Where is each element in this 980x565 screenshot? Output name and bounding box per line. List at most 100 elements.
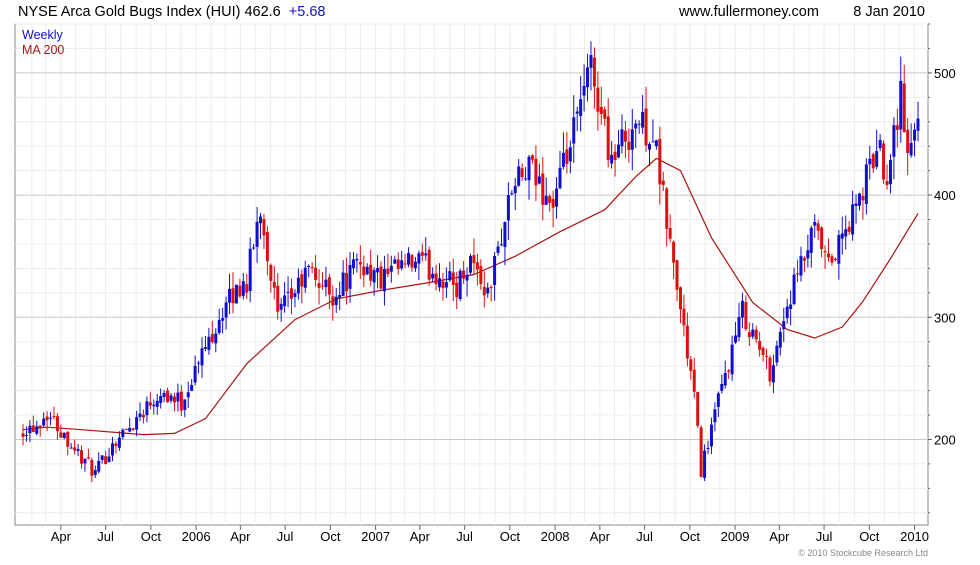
candle-up: [561, 152, 565, 167]
candle-down: [369, 264, 373, 281]
candle-down: [823, 251, 827, 253]
candle-down: [327, 277, 331, 295]
chart-date: 8 Jan 2010: [853, 4, 925, 20]
candle-up: [203, 347, 207, 349]
candle-down: [761, 347, 765, 355]
candle-up: [121, 429, 125, 438]
candle-down: [871, 154, 875, 169]
candle-down: [272, 281, 276, 288]
candle-down: [396, 259, 400, 269]
candle-up: [334, 296, 338, 305]
candle-down: [379, 266, 383, 289]
legend-weekly: Weekly: [22, 28, 64, 42]
candle-down: [833, 258, 837, 260]
candle-down: [685, 325, 689, 359]
candle-up: [723, 372, 727, 386]
candle-down: [86, 457, 90, 459]
candle-down: [827, 253, 830, 258]
candle-down: [317, 283, 321, 288]
candle-up: [916, 118, 920, 131]
candle-down: [345, 273, 349, 292]
candle-down: [479, 266, 483, 285]
candle-up: [720, 383, 724, 391]
candle-down: [747, 332, 751, 338]
candle-up: [706, 448, 710, 450]
candle-up: [351, 259, 355, 269]
candle-down: [386, 268, 390, 275]
candle-down: [179, 391, 183, 411]
candle-up: [617, 144, 621, 158]
candle-up: [224, 302, 228, 318]
candle-down: [692, 369, 696, 392]
y-tick-label: 300: [934, 310, 956, 325]
candle-up: [138, 413, 142, 418]
candle-down: [310, 267, 314, 269]
legend-ma-200: MA 200: [22, 43, 64, 57]
candle-up: [207, 336, 211, 351]
candle-up: [389, 265, 393, 272]
stock-chart: 200 300 400 500 Apr Jul Oct 2006 Apr Jul Oct 2007 Ap…: [0, 0, 980, 560]
candle-up: [252, 247, 256, 249]
candle-up: [152, 404, 156, 407]
candle-down: [644, 108, 648, 146]
x-tick-label: 2006: [182, 529, 211, 544]
candle-up: [486, 287, 490, 294]
candle-down: [265, 231, 269, 262]
candle-up: [737, 316, 741, 338]
candle-down: [623, 130, 627, 142]
candle-up: [248, 248, 252, 292]
candle-up: [792, 274, 796, 304]
candle-down: [172, 396, 176, 403]
candle-down: [141, 414, 145, 418]
candle-down: [592, 57, 596, 87]
candle-up: [868, 158, 872, 165]
candle-down: [882, 143, 886, 180]
candle-up: [620, 129, 624, 147]
candle-down: [148, 402, 152, 406]
candle-down: [245, 284, 249, 293]
candle-up: [128, 427, 132, 432]
candle-up: [100, 455, 104, 461]
candle-up: [469, 255, 472, 273]
candle-up: [892, 125, 896, 157]
candle-up: [341, 272, 345, 296]
x-tick-label: Jul: [816, 529, 833, 544]
x-tick-label: Oct: [320, 529, 341, 544]
candle-up: [785, 306, 789, 319]
candle-down: [489, 287, 493, 289]
source-url[interactable]: www.fullermoney.com: [678, 4, 819, 20]
candle-up: [117, 437, 121, 448]
candle-down: [906, 129, 910, 154]
candle-down: [744, 302, 748, 330]
candle-up: [809, 227, 813, 253]
candle-up: [382, 268, 386, 292]
x-tick-label: Oct: [680, 529, 701, 544]
candle-down: [665, 188, 669, 229]
candle-up: [259, 216, 263, 224]
candle-up: [840, 233, 844, 239]
candle-down: [599, 107, 603, 115]
candle-up: [324, 279, 328, 288]
candle-down: [462, 270, 466, 279]
candle-up: [376, 267, 380, 273]
candle-up: [716, 393, 720, 407]
candle-up: [62, 432, 66, 438]
candle-down: [80, 450, 84, 464]
candle-up: [348, 265, 352, 289]
x-tick-label: Oct: [141, 529, 162, 544]
candle-down: [895, 125, 899, 130]
candle-down: [403, 263, 407, 265]
candle-up: [438, 278, 442, 288]
candle-down: [66, 431, 70, 447]
x-tick-label: Oct: [500, 529, 521, 544]
candle-down: [861, 196, 865, 201]
x-tick-label: Jul: [636, 529, 653, 544]
candle-down: [231, 288, 235, 304]
candle-up: [734, 335, 738, 343]
candle-down: [358, 261, 362, 265]
candle-up: [255, 221, 259, 247]
x-tick-label: Jul: [97, 529, 114, 544]
candle-up: [155, 400, 159, 407]
candle-down: [668, 228, 672, 239]
candle-down: [434, 273, 438, 285]
